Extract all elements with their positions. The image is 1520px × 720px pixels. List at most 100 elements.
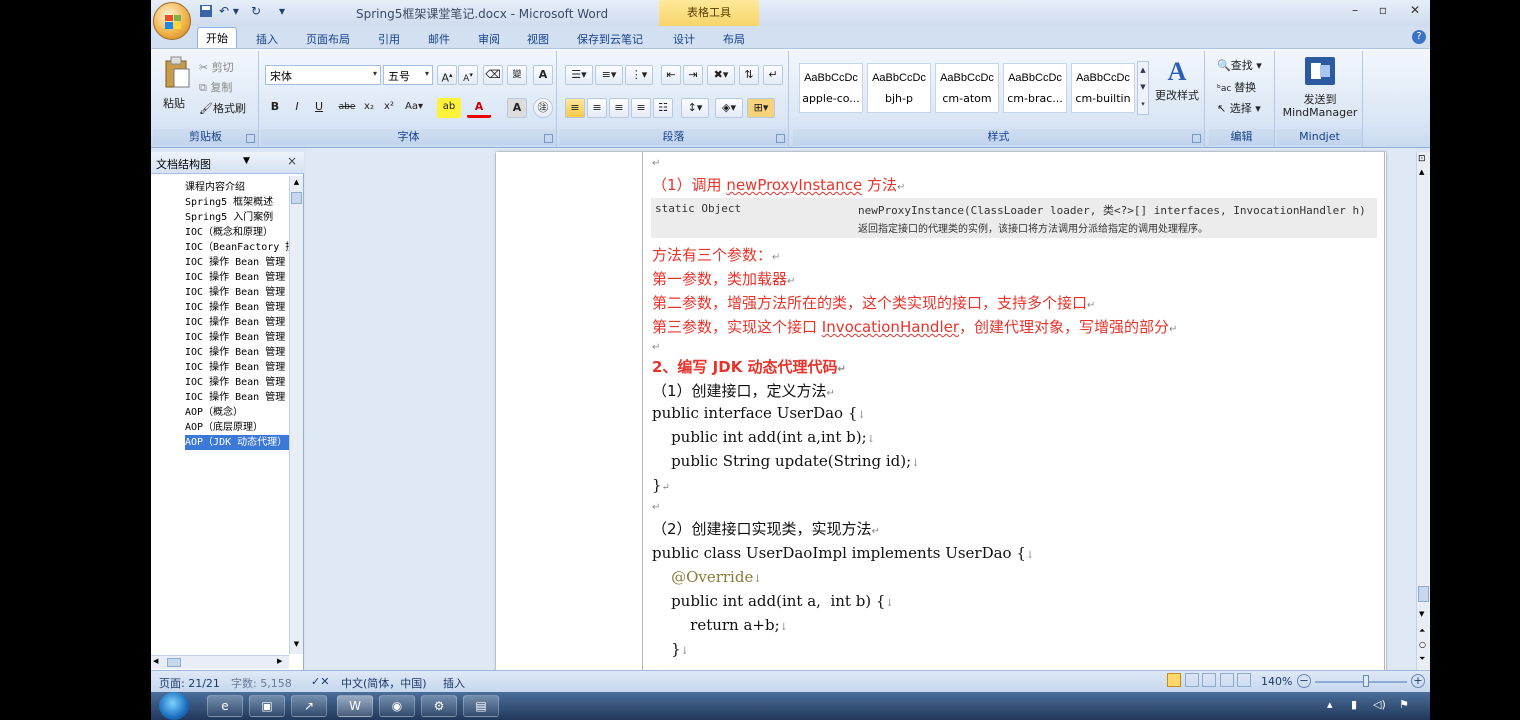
next-page-icon[interactable]: ⏷ <box>1419 654 1425 664</box>
copy-button[interactable]: ⧉ 复制 <box>199 79 232 95</box>
clipboard-launcher[interactable] <box>246 134 255 143</box>
volume-icon[interactable]: ◁) <box>1373 698 1386 711</box>
change-case-button[interactable]: Aa▾ <box>401 98 427 118</box>
styles-scroll[interactable]: ▲ ▼ ▾ <box>1137 61 1149 115</box>
char-shading-button[interactable]: A <box>507 98 527 118</box>
format-painter-button[interactable]: 🖌格式刷 <box>199 100 246 116</box>
navpane-item[interactable]: IOC 操作 Bean 管理（ <box>185 375 289 390</box>
insert-mode[interactable]: 插入 <box>443 675 465 691</box>
multilevel-list-button[interactable]: ⋮▾ <box>625 65 653 85</box>
send-to-label-1[interactable]: 发送到 <box>1281 91 1359 107</box>
font-color-button[interactable]: A <box>467 98 491 118</box>
paragraph-launcher[interactable] <box>776 134 785 143</box>
app-icon[interactable]: ⚙ <box>421 695 457 717</box>
tab-layout[interactable]: 布局 <box>715 29 753 48</box>
close-icon[interactable]: × <box>287 154 297 168</box>
hscroll-thumb[interactable] <box>167 658 181 667</box>
app-icon[interactable]: ▣ <box>249 695 285 717</box>
folder-icon[interactable]: ▤ <box>463 695 499 717</box>
zoom-level[interactable]: 140% <box>1261 675 1292 688</box>
zoom-in-icon[interactable]: + <box>1411 674 1425 688</box>
navpane-item[interactable]: IOC 操作 Bean 管理（ <box>185 270 289 285</box>
navpane-item[interactable]: AOP（JDK 动态代理） <box>185 435 289 450</box>
style-apple-co[interactable]: AaBbCcDc apple-co... <box>799 63 863 113</box>
tray-arrow-icon[interactable]: ▴ <box>1327 698 1333 711</box>
superscript-button[interactable]: x² <box>379 98 399 118</box>
undo-icon[interactable]: ↶ ▾ <box>219 4 239 22</box>
shading-button[interactable]: ◈▾ <box>715 98 743 118</box>
language-status[interactable]: 中文(简体，中国) <box>341 675 427 691</box>
chinese-layout-button[interactable]: ✖▾ <box>707 65 735 85</box>
send-to-label-2[interactable]: MindManager <box>1281 106 1359 119</box>
enclose-char-button[interactable]: ㊟ <box>533 98 553 118</box>
start-button[interactable] <box>159 692 189 720</box>
tab-review[interactable]: 审阅 <box>470 29 508 48</box>
scroll-up-icon[interactable]: ▲ <box>1419 168 1424 176</box>
style-cm-atom[interactable]: AaBbCcDc cm-atom <box>935 63 999 113</box>
line-spacing-button[interactable]: ↕▾ <box>681 98 709 118</box>
font-size-combo[interactable]: 五号 ▾ <box>383 65 433 85</box>
bold-button[interactable]: B <box>265 98 285 118</box>
navpane-item[interactable]: Spring5 框架概述 <box>185 195 289 210</box>
clear-format-button[interactable]: ⌫ <box>483 65 503 85</box>
tab-references[interactable]: 引用 <box>370 29 408 48</box>
navpane-item[interactable]: IOC 操作 Bean 管理（ <box>185 315 289 330</box>
cut-button[interactable]: ✂ 剪切 <box>199 59 234 75</box>
zoom-slider-thumb[interactable] <box>1363 675 1369 687</box>
document-page[interactable]: ↵ （1）调用 newProxyInstance 方法↵ static Obje… <box>496 152 1386 682</box>
page-count[interactable]: 页面: 21/21 <box>159 675 220 691</box>
flag-icon[interactable]: ⚑ <box>1399 698 1409 711</box>
italic-button[interactable]: I <box>287 98 307 118</box>
justify-button[interactable]: ≡ <box>631 98 651 118</box>
navpane-item[interactable]: IOC 操作 Bean 管理（ <box>185 330 289 345</box>
navpane-item[interactable]: IOC 操作 Bean 管理（ <box>185 345 289 360</box>
prev-page-icon[interactable]: ⏶ <box>1419 626 1425 636</box>
tab-design[interactable]: 设计 <box>665 29 703 48</box>
shrink-font-button[interactable]: A▾ <box>458 65 478 85</box>
navpane-hscrollbar[interactable]: ◀ ▶ <box>151 655 289 669</box>
tab-mailings[interactable]: 邮件 <box>420 29 458 48</box>
scroll-thumb[interactable] <box>291 192 302 204</box>
navpane-scrollbar[interactable]: ▲ ▼ <box>289 176 303 654</box>
bullets-button[interactable]: ☰▾ <box>565 65 593 85</box>
office-button[interactable] <box>153 2 191 40</box>
tab-home[interactable]: 开始 <box>197 27 237 48</box>
decrease-indent-button[interactable]: ⇤ <box>661 65 681 85</box>
help-icon[interactable]: ? <box>1412 30 1426 44</box>
show-marks-button[interactable]: ↵ <box>763 65 783 85</box>
navpane-item[interactable]: IOC 操作 Bean 管理（ <box>185 360 289 375</box>
navpane-item[interactable]: IOC 操作 Bean 管理（ <box>185 285 289 300</box>
scroll-right-icon[interactable]: ▶ <box>277 657 282 665</box>
scroll-up-icon[interactable]: ▲ <box>291 178 302 189</box>
redo-icon[interactable]: ↻ <box>251 4 261 22</box>
web-view-icon[interactable] <box>1202 673 1216 687</box>
select-button[interactable]: ↖ 选择 ▾ <box>1217 100 1261 116</box>
close-button[interactable]: ✕ <box>1401 3 1429 17</box>
navpane-item[interactable]: IOC 操作 Bean 管理（ <box>185 255 289 270</box>
ie-icon[interactable]: e <box>207 695 243 717</box>
align-right-button[interactable]: ≡ <box>609 98 629 118</box>
restore-button[interactable]: ▫ <box>1369 3 1397 17</box>
chevron-down-icon[interactable]: ▼ <box>243 156 250 166</box>
browse-object-icon[interactable]: ○ <box>1419 640 1426 649</box>
font-name-combo[interactable]: 宋体 ▾ <box>265 65 381 85</box>
navpane-item[interactable]: IOC 操作 Bean 管理（ <box>185 300 289 315</box>
style-bjh-p[interactable]: AaBbCcDc bjh-p <box>867 63 931 113</box>
tab-insert[interactable]: 插入 <box>248 29 286 48</box>
increase-indent-button[interactable]: ⇥ <box>683 65 703 85</box>
tab-page-layout[interactable]: 页面布局 <box>298 29 358 48</box>
ruler-toggle-icon[interactable]: ⊡ <box>1418 154 1426 164</box>
document-scrollbar[interactable]: ⊡ ▲ ▼ ⏶ ○ ⏷ <box>1416 152 1430 670</box>
proofing-icon[interactable]: ✓✕ <box>311 675 329 688</box>
word-taskbar-icon[interactable]: W <box>337 695 373 717</box>
navpane-item[interactable]: IOC（BeanFactory 接 <box>185 240 289 255</box>
highlight-button[interactable]: ab <box>437 98 461 118</box>
change-styles-button[interactable]: A 更改样式 <box>1155 57 1199 103</box>
navpane-item[interactable]: AOP（底层原理） <box>185 420 289 435</box>
customize-qat-icon[interactable]: ▾ <box>279 4 285 22</box>
borders-button[interactable]: ⊞▾ <box>747 98 775 118</box>
scroll-down-icon[interactable]: ▼ <box>291 640 302 651</box>
minimize-button[interactable]: – <box>1341 3 1369 17</box>
network-icon[interactable]: ▮ <box>1351 698 1357 711</box>
paste-icon[interactable] <box>163 55 191 91</box>
